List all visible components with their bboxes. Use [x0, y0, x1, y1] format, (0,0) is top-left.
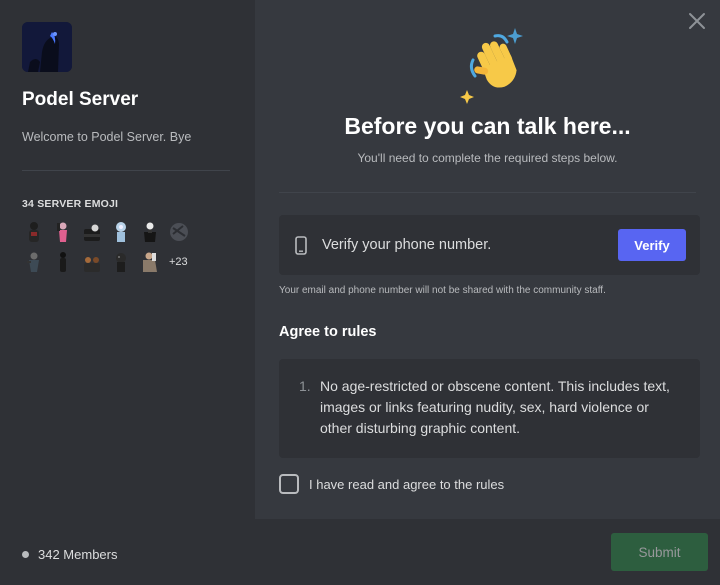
screening-title: Before you can talk here...	[344, 113, 631, 139]
server-emoji[interactable]	[138, 250, 162, 274]
server-emoji[interactable]	[138, 220, 162, 244]
membership-screening-modal: Podel Server Welcome to Podel Server. By…	[0, 0, 720, 585]
server-emoji[interactable]	[109, 250, 133, 274]
verify-phone-text: Verify your phone number.	[322, 237, 492, 253]
server-emoji[interactable]	[51, 250, 75, 274]
server-emoji-grid: +23	[22, 220, 222, 280]
server-info-sidebar: Podel Server Welcome to Podel Server. By…	[0, 0, 255, 585]
verify-button[interactable]: Verify	[618, 229, 686, 261]
close-icon[interactable]	[686, 10, 708, 32]
server-icon	[22, 22, 72, 72]
waving-hand-icon	[447, 26, 537, 106]
rules-heading: Agree to rules	[279, 324, 377, 340]
main-divider	[279, 192, 696, 193]
agree-rules-row[interactable]: I have read and agree to the rules	[279, 474, 504, 494]
rules-list: 1. No age-restricted or obscene content.…	[279, 359, 700, 458]
server-description: Welcome to Podel Server. Bye	[22, 130, 192, 144]
screening-subtitle: You'll need to complete the required ste…	[357, 151, 618, 165]
privacy-note: Your email and phone number will not be …	[279, 285, 606, 296]
server-emoji[interactable]	[51, 220, 75, 244]
more-emoji-count: +23	[169, 256, 188, 268]
server-emoji[interactable]	[80, 220, 104, 244]
members-dot-icon	[22, 551, 29, 558]
rule-text: No age-restricted or obscene content. Th…	[320, 378, 670, 436]
server-emoji[interactable]	[22, 250, 46, 274]
screening-main: Before you can talk here... You'll need …	[255, 0, 720, 585]
verify-phone-box: Verify your phone number. Verify	[279, 215, 700, 275]
phone-icon	[295, 235, 309, 255]
rule-number: 1.	[299, 378, 311, 394]
sidebar-divider	[22, 170, 230, 171]
agree-checkbox[interactable]	[279, 474, 299, 494]
member-count-label: 342 Members	[38, 547, 118, 562]
server-emoji[interactable]	[22, 220, 46, 244]
server-emoji[interactable]	[167, 220, 191, 244]
submit-button[interactable]: Submit	[611, 533, 708, 571]
rule-item: 1. No age-restricted or obscene content.…	[299, 376, 680, 439]
server-emoji[interactable]	[80, 250, 104, 274]
server-name: Podel Server	[22, 89, 139, 110]
server-emoji-header: 34 SERVER EMOJI	[22, 198, 119, 210]
member-count: 342 Members	[22, 547, 117, 562]
modal-footer: Submit	[255, 519, 720, 585]
agree-label: I have read and agree to the rules	[309, 476, 505, 492]
server-emoji[interactable]	[109, 220, 133, 244]
